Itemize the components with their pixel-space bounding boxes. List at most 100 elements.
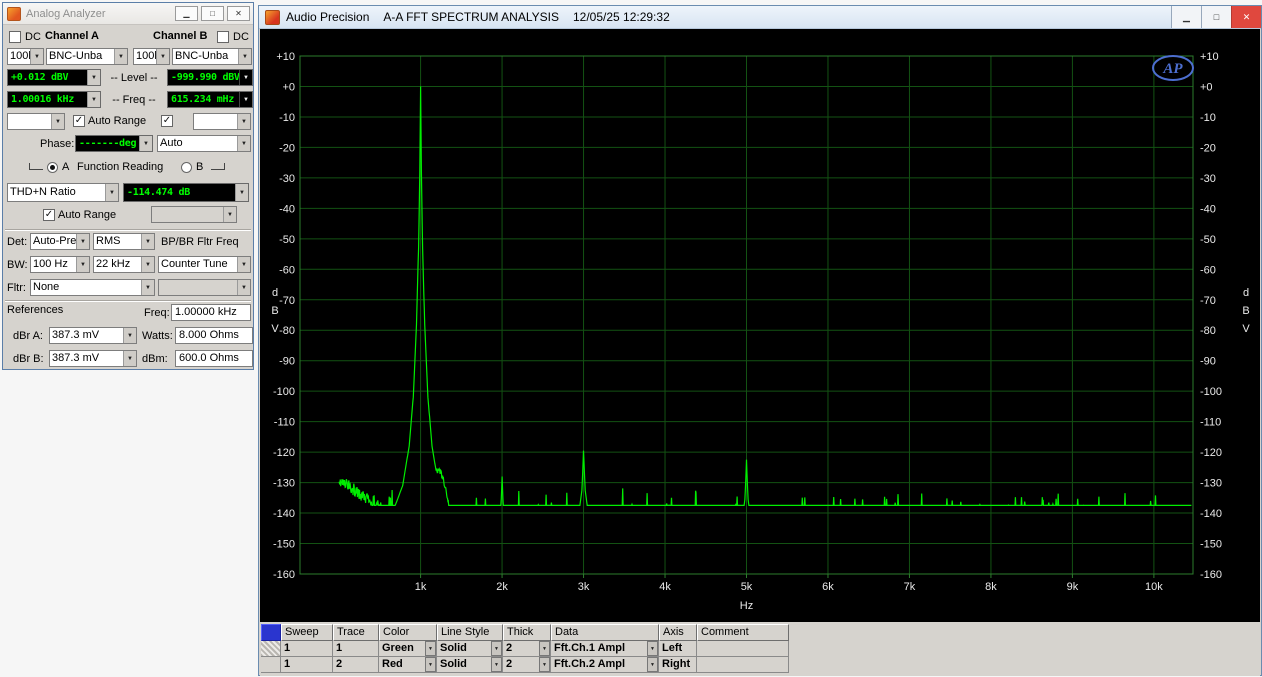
col-header-color: Color (379, 624, 437, 641)
phase-display[interactable]: -------deg ▼ (75, 135, 153, 152)
sweep-cell[interactable]: 1 (281, 641, 333, 657)
fn-aux-combo[interactable]: ▼ (151, 206, 237, 223)
sweep-cell[interactable]: 1 (281, 657, 333, 673)
combo-value: None (33, 281, 60, 293)
combo-value: 22 kHz (96, 258, 131, 270)
freq-b-display[interactable]: 615.234 mHz ▼ (167, 91, 253, 108)
trace-cell[interactable]: 1 (333, 641, 379, 657)
auto-range-a-checkbox[interactable] (73, 115, 85, 127)
filter-aux-combo[interactable]: ▼ (158, 279, 251, 296)
chevron-down-icon[interactable]: ▼ (647, 657, 658, 672)
watts-input[interactable]: 8.000 Ohms (175, 327, 253, 344)
svg-text:-120: -120 (1200, 447, 1222, 459)
function-reading-display[interactable]: -114.474 dB ▼ (123, 183, 249, 202)
input-b-range-combo[interactable]: 100k ▼ (133, 48, 170, 65)
function-a-radio[interactable] (47, 162, 58, 173)
filter-combo[interactable]: None ▼ (30, 279, 155, 296)
auto-range-fn-checkbox[interactable] (43, 209, 55, 221)
minimize-button[interactable]: ▁ (1171, 6, 1201, 28)
auto-range-a-label: Auto Range (88, 115, 147, 127)
col-header-comment: Comment (697, 624, 789, 641)
dc-b-checkbox[interactable] (217, 31, 229, 43)
data-cell[interactable]: Fft.Ch.2 Ampl ▼ (551, 657, 659, 673)
svg-text:AP: AP (1162, 61, 1183, 77)
reading-rate-a-combo[interactable]: ▼ (7, 113, 65, 130)
level-b-display[interactable]: -999.990 dBV ▼ (167, 69, 253, 86)
combo-value: BNC-Unba (175, 50, 229, 62)
analyzer-window-controls: ▁ □ ✕ (172, 6, 250, 21)
chevron-down-icon[interactable]: ▼ (539, 657, 550, 672)
dc-a-checkbox[interactable] (9, 31, 21, 43)
chevron-down-icon[interactable]: ▼ (425, 641, 436, 656)
row-select-cell[interactable] (261, 641, 281, 657)
svg-text:-70: -70 (279, 295, 295, 307)
minimize-button[interactable]: ▁ (175, 6, 198, 21)
svg-text:-100: -100 (1200, 386, 1222, 398)
bw-high-combo[interactable]: 22 kHz ▼ (93, 256, 155, 273)
auto-range-b-checkbox[interactable] (161, 115, 173, 127)
fft-titlebar[interactable]: Audio Precision A-A FFT SPECTRUM ANALYSI… (259, 6, 1261, 29)
ref-freq-input[interactable]: 1.00000 kHz (171, 304, 251, 321)
chevron-down-icon: ▼ (156, 49, 169, 64)
input-a-range-combo[interactable]: 100k ▼ (7, 48, 44, 65)
analyzer-titlebar[interactable]: Analog Analyzer ▁ □ ✕ (3, 3, 253, 25)
chevron-down-icon[interactable]: ▼ (647, 641, 658, 656)
svg-text:-100: -100 (273, 386, 295, 398)
maximize-button[interactable]: □ (201, 6, 224, 21)
combo-value: Auto-Pre (33, 235, 76, 247)
chevron-down-icon[interactable]: ▼ (491, 657, 502, 672)
svg-text:-70: -70 (1200, 295, 1216, 307)
color-cell[interactable]: Green ▼ (379, 641, 437, 657)
sweep-table-row: 1 2 Red ▼ Solid ▼ 2 ▼ Fft.Ch.2 Ampl ▼ Ri… (261, 657, 789, 673)
data-cell[interactable]: Fft.Ch.1 Ampl ▼ (551, 641, 659, 657)
function-b-radio[interactable] (181, 162, 192, 173)
combo-value (194, 114, 237, 129)
color-value: Red (382, 658, 403, 670)
phase-mode-combo[interactable]: Auto ▼ (157, 135, 251, 152)
data-value: Fft.Ch.2 Ampl (554, 658, 626, 670)
level-a-display[interactable]: +0.012 dBV ▼ (7, 69, 101, 86)
axis-cell[interactable]: Left (659, 641, 697, 657)
freq-a-value: 1.00016 kHz (11, 94, 74, 105)
sweep-table-header: Sweep Trace Color Line Style Thick Data … (261, 624, 789, 641)
close-button[interactable]: ✕ (227, 6, 250, 21)
dbm-input[interactable]: 600.0 Ohms (175, 350, 253, 367)
line-style-value: Solid (440, 658, 467, 670)
freq-a-display[interactable]: 1.00016 kHz ▼ (7, 91, 101, 108)
bracket-right (211, 163, 225, 170)
freq-b-value: 615.234 mHz (171, 94, 234, 105)
chevron-down-icon: ▼ (223, 207, 236, 222)
chevron-down-icon[interactable]: ▼ (425, 657, 436, 672)
row-select-cell[interactable] (261, 657, 281, 673)
trace-cell[interactable]: 2 (333, 657, 379, 673)
chevron-down-icon[interactable]: ▼ (539, 641, 550, 656)
combo-value: 100k (10, 50, 30, 62)
line-style-cell[interactable]: Solid ▼ (437, 641, 503, 657)
function-mode-combo[interactable]: THD+N Ratio ▼ (7, 183, 119, 202)
reading-rate-b-combo[interactable]: ▼ (193, 113, 251, 130)
thick-cell[interactable]: 2 ▼ (503, 641, 551, 657)
table-corner-cell[interactable] (261, 624, 281, 641)
chevron-down-icon: ▼ (237, 257, 250, 272)
axis-cell[interactable]: Right (659, 657, 697, 673)
combo-value: 387.3 mV (52, 352, 100, 364)
analyzer-window-title: Analog Analyzer (26, 7, 106, 20)
detector-pre-combo[interactable]: Auto-Pre ▼ (30, 233, 90, 250)
dbrb-combo[interactable]: 387.3 mV ▼ (49, 350, 137, 367)
detector-type-combo[interactable]: RMS ▼ (93, 233, 155, 250)
color-cell[interactable]: Red ▼ (379, 657, 437, 673)
close-button[interactable]: ✕ (1231, 6, 1261, 28)
chevron-down-icon[interactable]: ▼ (491, 641, 502, 656)
input-b-connector-combo[interactable]: BNC-Unba ▼ (172, 48, 252, 65)
input-a-connector-combo[interactable]: BNC-Unba ▼ (46, 48, 128, 65)
maximize-button[interactable]: □ (1201, 6, 1231, 28)
line-style-cell[interactable]: Solid ▼ (437, 657, 503, 673)
comment-cell[interactable] (697, 657, 789, 673)
bw-low-combo[interactable]: 100 Hz ▼ (30, 256, 90, 273)
comment-cell[interactable] (697, 641, 789, 657)
sweep-table-zone: Sweep Trace Color Line Style Thick Data … (260, 622, 1260, 676)
dbra-combo[interactable]: 387.3 mV ▼ (49, 327, 137, 344)
counter-tune-combo[interactable]: Counter Tune ▼ (158, 256, 251, 273)
svg-text:-60: -60 (1200, 264, 1216, 276)
thick-cell[interactable]: 2 ▼ (503, 657, 551, 673)
